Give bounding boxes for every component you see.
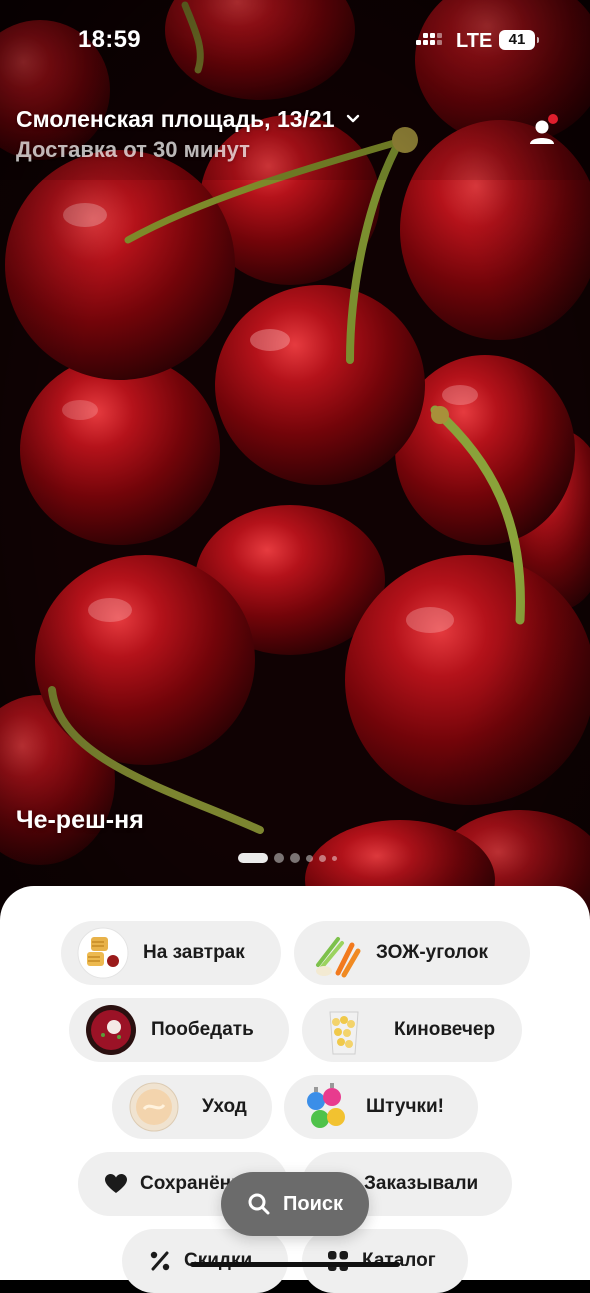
waffles-icon <box>77 927 129 979</box>
popcorn-icon <box>329 1011 359 1055</box>
lightbulbs-icon <box>307 1083 345 1128</box>
story-title: Че-реш-ня <box>16 806 144 834</box>
category-label: Уход <box>202 1096 247 1117</box>
profile-icon[interactable] <box>526 112 562 152</box>
carousel-dot <box>332 855 337 861</box>
category-label: На завтрак <box>143 942 245 963</box>
category-label: ЗОЖ-уголок <box>376 942 488 963</box>
carousel-dot <box>238 853 268 863</box>
category-care[interactable]: Уход <box>112 1075 272 1139</box>
notification-dot <box>548 114 558 124</box>
carousel-dot <box>306 854 313 862</box>
search-button[interactable]: Поиск <box>221 1172 369 1236</box>
category-catalog[interactable]: Каталог <box>302 1229 468 1293</box>
carousel-dot <box>274 853 284 863</box>
carousel-dot <box>319 854 326 862</box>
search-label: Поиск <box>282 1192 344 1215</box>
signal-icon <box>416 32 442 50</box>
status-bar: 18:59 LTE 41 <box>0 0 590 80</box>
heart-icon <box>105 1174 127 1193</box>
home-indicator[interactable] <box>190 1262 400 1267</box>
category-discounts[interactable]: Скидки <box>122 1229 288 1293</box>
carousel-dots <box>238 853 337 863</box>
category-label: Штучки! <box>366 1096 444 1117</box>
cream-jar-icon <box>129 1082 179 1132</box>
category-breakfast[interactable]: На завтрак <box>61 921 281 985</box>
category-label: Заказывали <box>364 1173 479 1194</box>
delivery-time: Доставка от 30 минут <box>16 137 250 162</box>
chevron-down-icon <box>346 114 359 122</box>
percent-icon <box>150 1251 170 1271</box>
vegetables-icon <box>316 937 361 978</box>
category-healthy[interactable]: ЗОЖ-уголок <box>294 921 530 985</box>
category-label: Пообедать <box>151 1019 254 1040</box>
search-icon <box>248 1193 270 1215</box>
category-lunch[interactable]: Пообедать <box>69 998 289 1062</box>
category-label: Скидки <box>184 1250 253 1271</box>
carousel-dot <box>290 853 300 863</box>
category-movie-night[interactable]: Киновечер <box>302 998 522 1062</box>
category-gadgets[interactable]: Штучки! <box>284 1075 478 1139</box>
battery-icon: 41 <box>499 30 539 50</box>
grid-icon <box>328 1251 348 1271</box>
address-selector[interactable]: Смоленская площадь, 13/21 <box>16 106 361 133</box>
soup-bowl-icon <box>86 1005 136 1055</box>
network-type: LTE <box>456 30 493 52</box>
category-label: Киновечер <box>394 1019 496 1040</box>
category-label: Каталог <box>362 1250 436 1271</box>
hero-banner[interactable]: 18:59 LTE 41 Смоленская площадь, 13/21 Д… <box>0 0 590 960</box>
status-time: 18:59 <box>78 26 141 53</box>
address-text: Смоленская площадь, 13/21 <box>16 106 335 132</box>
